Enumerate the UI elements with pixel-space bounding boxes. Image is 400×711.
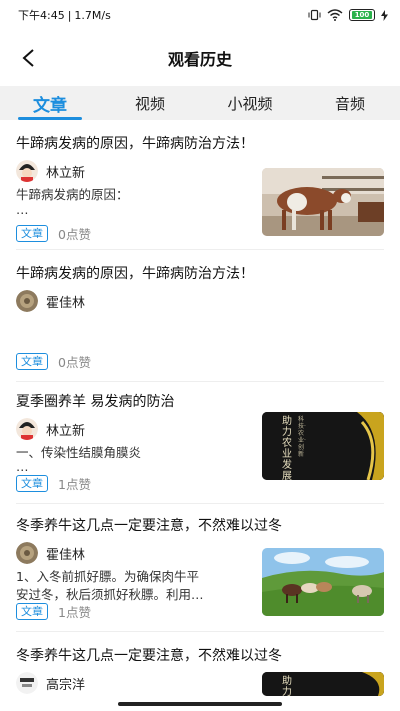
like-count: 1点赞	[58, 605, 91, 620]
avatar	[16, 290, 38, 312]
status-right: 100	[308, 9, 388, 21]
like-count: 0点赞	[58, 355, 91, 370]
home-indicator[interactable]	[118, 702, 282, 706]
thumb-caption-small: 科技·农业·创新	[298, 416, 306, 458]
author-name: 林立新	[46, 165, 86, 181]
article-title: 冬季养牛这几点一定要注意，不然难以过冬	[16, 518, 282, 534]
list-item[interactable]: 夏季圈养羊 易发病的防治 林立新 一、传染性结膜角膜炎 … 文章 1点赞 助力农…	[16, 382, 384, 504]
battery-level: 100	[352, 11, 372, 19]
article-meta: 文章 1点赞	[16, 602, 91, 621]
article-tag[interactable]: 文章	[16, 475, 48, 492]
author-name: 高宗洋	[46, 677, 86, 693]
article-thumbnail	[262, 548, 384, 616]
author-name: 林立新	[46, 423, 86, 439]
avatar	[16, 542, 38, 564]
article-title: 牛蹄病发病的原因，牛蹄病防治方法！	[16, 136, 254, 152]
back-button[interactable]	[14, 44, 42, 72]
article-title: 冬季养牛这几点一定要注意，不然难以过冬	[16, 648, 282, 664]
page-title: 观看历史	[167, 50, 232, 69]
article-thumbnail: 助力农业发展 科技·农业·创新	[262, 412, 384, 480]
wifi-icon	[327, 9, 343, 21]
avatar	[16, 672, 38, 694]
charging-icon	[381, 9, 388, 21]
article-tag[interactable]: 文章	[16, 603, 48, 620]
article-meta: 文章 0点赞	[16, 224, 91, 243]
avatar	[16, 418, 38, 440]
tab-short-videos[interactable]: 小视频	[200, 86, 300, 120]
like-count: 1点赞	[58, 477, 91, 492]
excerpt-line: 1、入冬前抓好膘。为确保肉牛平	[16, 569, 199, 584]
article-title: 牛蹄病发病的原因，牛蹄病防治方法！	[16, 266, 254, 282]
history-list: 牛蹄病发病的原因，牛蹄病防治方法！ 林立新 牛蹄病发病的原因： … 文章 0点赞	[0, 120, 400, 696]
article-meta: 文章 1点赞	[16, 474, 91, 493]
article-thumbnail: 助力	[262, 672, 384, 696]
tab-bar: 文章 视频 小视频 音频	[0, 86, 400, 120]
status-time: 下午4:45	[18, 9, 65, 22]
article-thumbnail	[262, 168, 384, 236]
author-name: 霍佳林	[46, 547, 86, 563]
author-name: 霍佳林	[46, 295, 86, 311]
tab-videos[interactable]: 视频	[100, 86, 200, 120]
status-left: 下午4:45 | 1.7M/s	[18, 7, 111, 23]
list-item[interactable]: 牛蹄病发病的原因，牛蹄病防治方法！ 霍佳林 文章 0点赞	[16, 250, 384, 382]
thumb-caption: 助力	[282, 676, 292, 696]
article-tag[interactable]: 文章	[16, 353, 48, 370]
list-item[interactable]: 牛蹄病发病的原因，牛蹄病防治方法！ 林立新 牛蹄病发病的原因： … 文章 0点赞	[16, 120, 384, 250]
like-count: 0点赞	[58, 227, 91, 242]
list-item[interactable]: 冬季养牛这几点一定要注意，不然难以过冬 高宗洋 助力	[16, 632, 384, 696]
status-bar: 下午4:45 | 1.7M/s 100	[0, 0, 400, 30]
article-title: 夏季圈养羊 易发病的防治	[16, 394, 175, 410]
article-tag[interactable]: 文章	[16, 225, 48, 242]
avatar	[16, 160, 38, 182]
nav-bar: 观看历史	[0, 30, 400, 86]
article-meta: 文章 0点赞	[16, 352, 91, 371]
article-excerpt: 1、入冬前抓好膘。为确保肉牛平 安过冬，秋后须抓好秋膘。利用…	[16, 568, 248, 604]
chevron-left-icon	[22, 49, 34, 67]
author-row: 霍佳林	[16, 290, 384, 312]
thumb-caption: 助力农业发展	[282, 416, 292, 480]
battery-icon: 100	[349, 9, 375, 21]
list-item[interactable]: 冬季养牛这几点一定要注意，不然难以过冬 霍佳林 1、入冬前抓好膘。为确保肉牛平 …	[16, 504, 384, 632]
tab-articles[interactable]: 文章	[0, 86, 100, 120]
tab-audio[interactable]: 音频	[300, 86, 400, 120]
status-speed: 1.7M/s	[74, 8, 111, 22]
status-divider: |	[67, 8, 72, 22]
vibrate-icon	[308, 9, 321, 21]
